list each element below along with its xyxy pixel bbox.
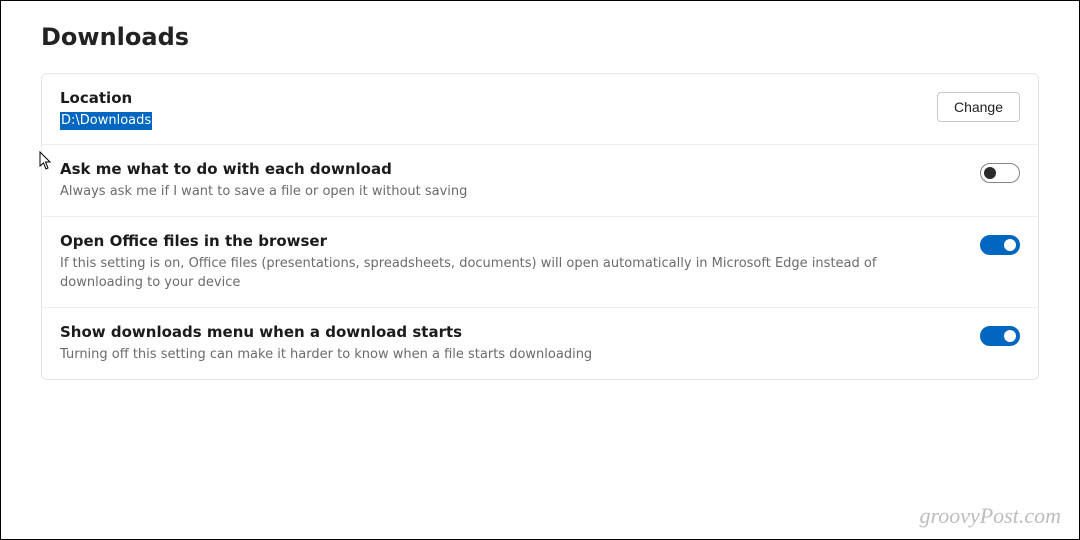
location-row: Location D:\Downloads Change [42, 74, 1038, 145]
open-office-toggle[interactable] [980, 235, 1020, 255]
show-downloads-menu-toggle[interactable] [980, 326, 1020, 346]
location-path: D:\Downloads [60, 112, 152, 130]
location-title: Location [60, 88, 913, 108]
open-office-row: Open Office files in the browser If this… [42, 217, 1038, 308]
toggle-knob-icon [984, 167, 996, 179]
downloads-settings-card: Location D:\Downloads Change Ask me what… [41, 73, 1039, 380]
ask-each-download-subtitle: Always ask me if I want to save a file o… [60, 183, 956, 202]
page-title: Downloads [41, 23, 1039, 51]
ask-each-download-row: Ask me what to do with each download Alw… [42, 145, 1038, 217]
show-downloads-menu-subtitle: Turning off this setting can make it har… [60, 346, 956, 365]
show-downloads-menu-title: Show downloads menu when a download star… [60, 322, 956, 342]
show-downloads-menu-row: Show downloads menu when a download star… [42, 308, 1038, 379]
open-office-subtitle: If this setting is on, Office files (pre… [60, 255, 956, 293]
change-location-button[interactable]: Change [937, 92, 1020, 122]
open-office-title: Open Office files in the browser [60, 231, 956, 251]
toggle-knob-icon [1004, 239, 1016, 251]
toggle-knob-icon [1004, 330, 1016, 342]
ask-each-download-title: Ask me what to do with each download [60, 159, 956, 179]
ask-each-download-toggle[interactable] [980, 163, 1020, 183]
watermark: groovyPost.com [919, 503, 1061, 529]
